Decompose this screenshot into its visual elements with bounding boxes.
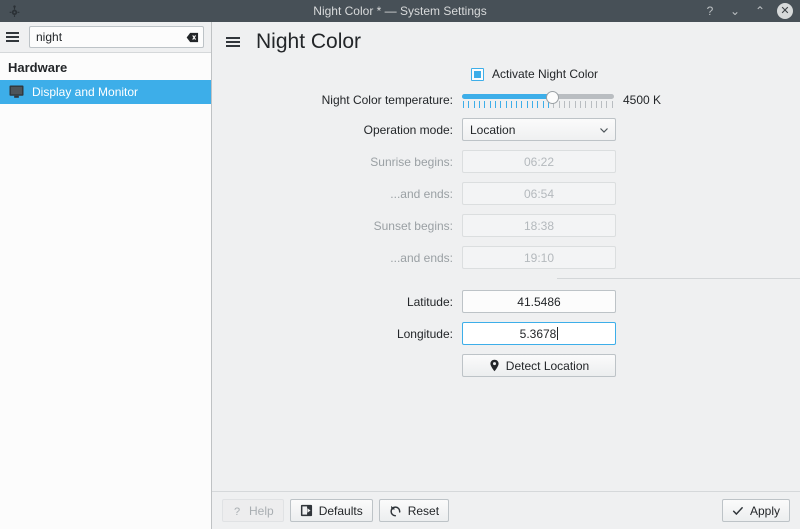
page-title: Night Color [256, 31, 361, 52]
close-button[interactable]: ✕ [777, 3, 793, 19]
slider-ticks [463, 101, 613, 108]
sunset-ends-row: ...and ends: 19:10 [212, 246, 800, 269]
hamburger-menu-icon[interactable] [6, 29, 22, 45]
latitude-input[interactable]: 41.5486 [462, 290, 616, 313]
longitude-input[interactable]: 5.3678 [462, 322, 616, 345]
sidebar-item-display-and-monitor[interactable]: Display and Monitor [0, 80, 211, 104]
night-color-temperature-label: Night Color temperature: [212, 92, 462, 108]
question-mark-icon: ? [232, 505, 243, 517]
sunset-begins-field: 18:38 [462, 214, 616, 237]
longitude-label: Longitude: [212, 326, 462, 342]
sidebar-search-row: night [0, 22, 211, 53]
main-pane: Night Color Activate Night Color Night C… [212, 22, 800, 529]
help-button[interactable]: ? [702, 3, 718, 19]
help-button: ? Help [222, 499, 284, 522]
sunset-ends-label: ...and ends: [212, 250, 462, 266]
activate-night-color-label: Activate Night Color [492, 67, 598, 81]
system-settings-window: Night Color * — System Settings ? ⌄ ⌃ ✕ … [0, 0, 800, 529]
titlebar: Night Color * — System Settings ? ⌄ ⌃ ✕ [0, 0, 800, 22]
window-controls: ? ⌄ ⌃ ✕ [702, 3, 800, 19]
reset-label: Reset [408, 504, 439, 518]
checkmark-icon [732, 505, 744, 517]
activate-night-color-row: Activate Night Color [212, 67, 800, 81]
sunrise-begins-row: Sunrise begins: 06:22 [212, 150, 800, 173]
latitude-value: 41.5486 [517, 295, 560, 309]
operation-mode-value: Location [470, 123, 599, 137]
sunset-begins-label: Sunset begins: [212, 218, 462, 234]
text-caret [557, 327, 558, 340]
detect-location-label: Detect Location [506, 359, 589, 373]
longitude-value: 5.3678 [520, 327, 557, 341]
hamburger-menu-icon[interactable] [226, 34, 242, 50]
detect-location-row: Detect Location [212, 354, 800, 377]
sunset-begins-value: 18:38 [524, 219, 554, 233]
activate-night-color-checkbox[interactable] [471, 68, 484, 81]
monitor-icon [8, 84, 24, 100]
night-color-temperature-value: 4500 K [623, 93, 661, 107]
slider-handle[interactable] [546, 91, 559, 104]
sunrise-begins-field: 06:22 [462, 150, 616, 173]
sidebar: night Hardware [0, 22, 212, 529]
map-pin-icon [489, 359, 500, 372]
defaults-label: Defaults [319, 504, 363, 518]
window-body: night Hardware [0, 22, 800, 529]
minimize-button[interactable]: ⌄ [727, 3, 743, 19]
latitude-label: Latitude: [212, 294, 462, 310]
chevron-down-icon [599, 125, 609, 135]
section-divider [557, 278, 800, 279]
sunrise-ends-value: 06:54 [524, 187, 554, 201]
window-title: Night Color * — System Settings [0, 0, 800, 22]
sunset-ends-field: 19:10 [462, 246, 616, 269]
clear-text-icon[interactable] [185, 30, 199, 44]
operation-mode-combobox[interactable]: Location [462, 118, 616, 141]
sidebar-empty-area [0, 104, 211, 529]
maximize-button[interactable]: ⌃ [752, 3, 768, 19]
slider-fill [462, 94, 552, 99]
night-color-temperature-row: Night Color temperature: [212, 91, 800, 109]
latitude-row: Latitude: 41.5486 [212, 290, 800, 313]
operation-mode-label: Operation mode: [212, 122, 462, 138]
reset-button[interactable]: Reset [379, 499, 449, 522]
sidebar-item-label: Display and Monitor [32, 85, 138, 99]
system-settings-icon [3, 0, 25, 22]
night-color-temperature-slider[interactable] [462, 91, 614, 109]
sunrise-ends-row: ...and ends: 06:54 [212, 182, 800, 205]
footer-bar: ? Help Defaults [212, 491, 800, 529]
sidebar-category-hardware: Hardware [0, 53, 211, 80]
defaults-button[interactable]: Defaults [290, 499, 373, 522]
sunset-ends-value: 19:10 [524, 251, 554, 265]
apply-button[interactable]: Apply [722, 499, 790, 522]
svg-text:?: ? [234, 506, 240, 517]
sunrise-begins-label: Sunrise begins: [212, 154, 462, 170]
settings-content: Activate Night Color Night Color tempera… [212, 61, 800, 491]
sunrise-begins-value: 06:22 [524, 155, 554, 169]
operation-mode-row: Operation mode: Location [212, 118, 800, 141]
main-header: Night Color [212, 22, 800, 61]
help-label: Help [249, 504, 274, 518]
search-input-value: night [36, 27, 185, 47]
sunrise-ends-field: 06:54 [462, 182, 616, 205]
reset-arrow-icon [389, 504, 402, 517]
sunset-begins-row: Sunset begins: 18:38 [212, 214, 800, 237]
search-input[interactable]: night [29, 26, 204, 48]
defaults-icon [300, 504, 313, 517]
detect-location-button[interactable]: Detect Location [462, 354, 616, 377]
longitude-row: Longitude: 5.3678 [212, 322, 800, 345]
sunrise-ends-label: ...and ends: [212, 186, 462, 202]
apply-label: Apply [750, 504, 780, 518]
